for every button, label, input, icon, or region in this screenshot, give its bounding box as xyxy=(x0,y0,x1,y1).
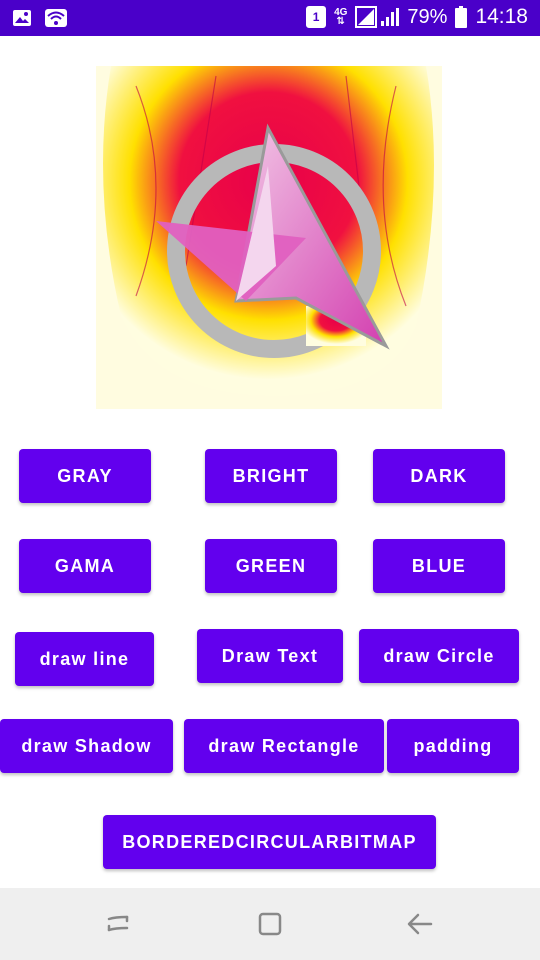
logo-image xyxy=(96,66,442,409)
clock: 14:18 xyxy=(475,5,528,28)
green-button[interactable]: GREEN xyxy=(205,539,337,593)
bright-button[interactable]: BRIGHT xyxy=(205,449,337,503)
home-icon[interactable] xyxy=(250,908,290,940)
network-icon: 4G ⇅ xyxy=(334,7,348,27)
sim-icon: 1 xyxy=(306,6,327,28)
navigation-bar xyxy=(0,888,540,960)
back-icon[interactable] xyxy=(400,908,440,940)
draw-shadow-button[interactable]: draw Shadow xyxy=(0,719,173,773)
draw-circle-button[interactable]: draw Circle xyxy=(359,629,519,683)
draw-text-button[interactable]: Draw Text xyxy=(197,629,343,683)
padding-button[interactable]: padding xyxy=(387,719,519,773)
battery-percent: 79% xyxy=(407,5,448,28)
battery-icon xyxy=(455,6,468,28)
gray-button[interactable]: GRAY xyxy=(19,449,151,503)
draw-rectangle-button[interactable]: draw Rectangle xyxy=(184,719,384,773)
image-icon xyxy=(12,9,32,27)
network-label: 4G xyxy=(334,7,348,18)
status-right: 1 4G ⇅ 79% 14:18 xyxy=(306,5,528,29)
bordered-circular-bitmap-button[interactable]: BORDEREDCIRCULARBITMAP xyxy=(103,815,436,869)
status-bar: 1 4G ⇅ 79% 14:18 xyxy=(0,0,540,36)
draw-line-button[interactable]: draw line xyxy=(15,632,154,686)
status-left xyxy=(12,8,68,28)
recents-icon[interactable] xyxy=(98,908,138,940)
wifi-icon xyxy=(44,8,68,28)
signal-icon xyxy=(355,6,400,28)
blue-button[interactable]: BLUE xyxy=(373,539,505,593)
dark-button[interactable]: DARK xyxy=(373,449,505,503)
gama-button[interactable]: GAMA xyxy=(19,539,151,593)
